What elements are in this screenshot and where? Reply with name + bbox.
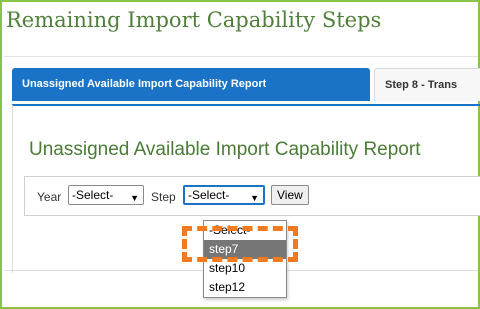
year-label: Year xyxy=(37,190,62,204)
year-select-value: -Select- xyxy=(72,188,114,202)
tab-step-8[interactable]: Step 8 - Trans xyxy=(374,68,480,101)
tab-unassigned-report[interactable]: Unassigned Available Import Capability R… xyxy=(12,68,370,101)
divider xyxy=(4,56,478,57)
page-title: Remaining Import Capability Steps xyxy=(6,8,382,32)
filter-bar: Year -Select- ▼ Step -Select- ▼ View xyxy=(24,176,480,216)
step-select[interactable]: -Select- ▼ xyxy=(183,185,265,205)
tab-bar: Unassigned Available Import Capability R… xyxy=(12,68,480,106)
step-select-value: -Select- xyxy=(188,188,230,202)
view-button[interactable]: View xyxy=(271,185,309,205)
report-title: Unassigned Available Import Capability R… xyxy=(29,139,421,160)
year-select[interactable]: -Select- ▼ xyxy=(68,185,144,205)
chevron-down-icon: ▼ xyxy=(130,193,139,203)
step-label: Step xyxy=(151,190,176,204)
chevron-down-icon: ▼ xyxy=(250,193,259,203)
annotation-highlight-box xyxy=(182,226,298,262)
dropdown-option[interactable]: step12 xyxy=(204,278,286,297)
